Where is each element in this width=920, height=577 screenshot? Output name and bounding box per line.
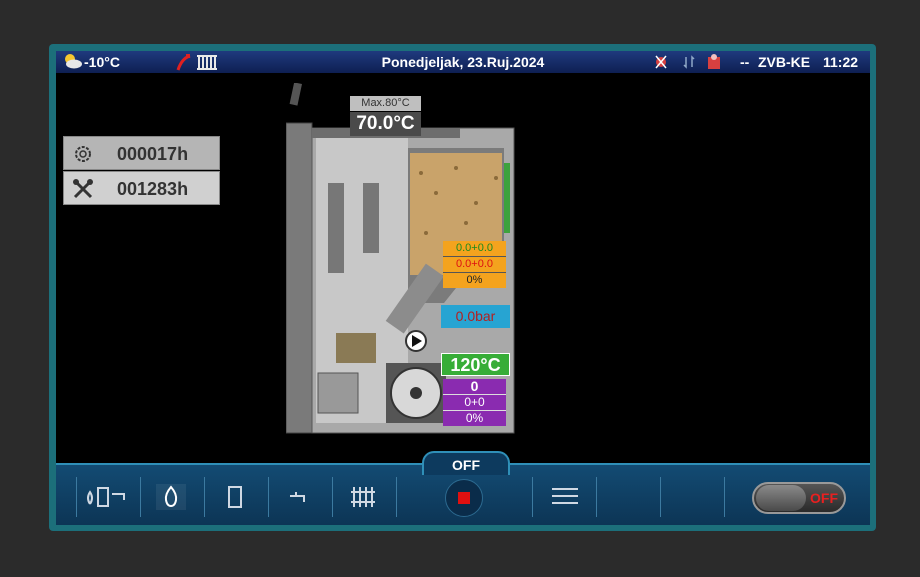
pellet-feed-percent: 0% bbox=[466, 274, 483, 286]
status-tab: OFF bbox=[422, 451, 510, 475]
boiler-icon[interactable] bbox=[222, 484, 248, 510]
toggle-knob bbox=[756, 485, 806, 511]
fan-alert-icon bbox=[655, 55, 667, 69]
tools-icon bbox=[73, 179, 93, 199]
water-temperature: 120°C bbox=[441, 353, 510, 376]
hamburger-menu-icon[interactable] bbox=[550, 484, 580, 508]
pressure-readout: 0.0bar bbox=[441, 305, 510, 328]
stop-icon bbox=[458, 492, 470, 504]
max-temp-label: Max.80°C bbox=[350, 96, 421, 111]
divider bbox=[76, 477, 77, 517]
power-toggle-label: OFF bbox=[810, 490, 838, 506]
divider bbox=[532, 477, 533, 517]
fan-percent: 0% bbox=[465, 411, 484, 425]
fan-speed: 0 bbox=[443, 379, 506, 395]
fan-readout: 0 0+0 0% bbox=[443, 379, 506, 426]
radiator-icon[interactable] bbox=[348, 484, 378, 510]
boiler-overview-icon[interactable] bbox=[84, 484, 130, 510]
pellet-feed-readout: 0.0+0.0 0.0+0.0 0% bbox=[443, 241, 506, 288]
counter-hours-value: 000017h bbox=[117, 144, 189, 164]
divider bbox=[268, 477, 269, 517]
status-bar: -10°C Ponedjeljak, 23.Ruj.2024 -- ZVB-KE… bbox=[56, 51, 870, 73]
counter-row-hours: 000017h bbox=[63, 136, 220, 170]
divider bbox=[204, 477, 205, 517]
divider bbox=[332, 477, 333, 517]
alert-icons bbox=[655, 54, 720, 69]
divider bbox=[140, 477, 141, 517]
divider bbox=[596, 477, 597, 517]
divider bbox=[660, 477, 661, 517]
user-alert-icon bbox=[708, 54, 720, 69]
counter-service-value: 001283h bbox=[117, 179, 189, 199]
stop-button[interactable] bbox=[445, 479, 483, 517]
pellet-feed-line-2: 0.0+0.0 bbox=[443, 257, 506, 273]
boiler-temperature: 70.0°C bbox=[350, 112, 421, 136]
power-toggle[interactable]: OFF bbox=[752, 482, 846, 514]
clock: 11:22 bbox=[823, 54, 859, 70]
pellet-feed-line-1: 0.0+0.0 bbox=[443, 241, 506, 257]
fan-value: 0+0 bbox=[443, 395, 506, 411]
screen: -10°C Ponedjeljak, 23.Ruj.2024 -- ZVB-KE… bbox=[56, 51, 870, 525]
operating-counters: 000017h 001283h bbox=[63, 136, 220, 206]
flame-icon[interactable] bbox=[156, 484, 186, 510]
water-tap-icon[interactable] bbox=[286, 484, 312, 510]
device-id: ZVB-KE bbox=[758, 54, 811, 70]
transfer-arrows-icon bbox=[683, 55, 695, 69]
gear-icon bbox=[75, 146, 91, 162]
divider bbox=[396, 477, 397, 517]
divider bbox=[724, 477, 725, 517]
status-dash: -- bbox=[740, 54, 750, 70]
counter-row-service: 001283h bbox=[63, 171, 220, 205]
